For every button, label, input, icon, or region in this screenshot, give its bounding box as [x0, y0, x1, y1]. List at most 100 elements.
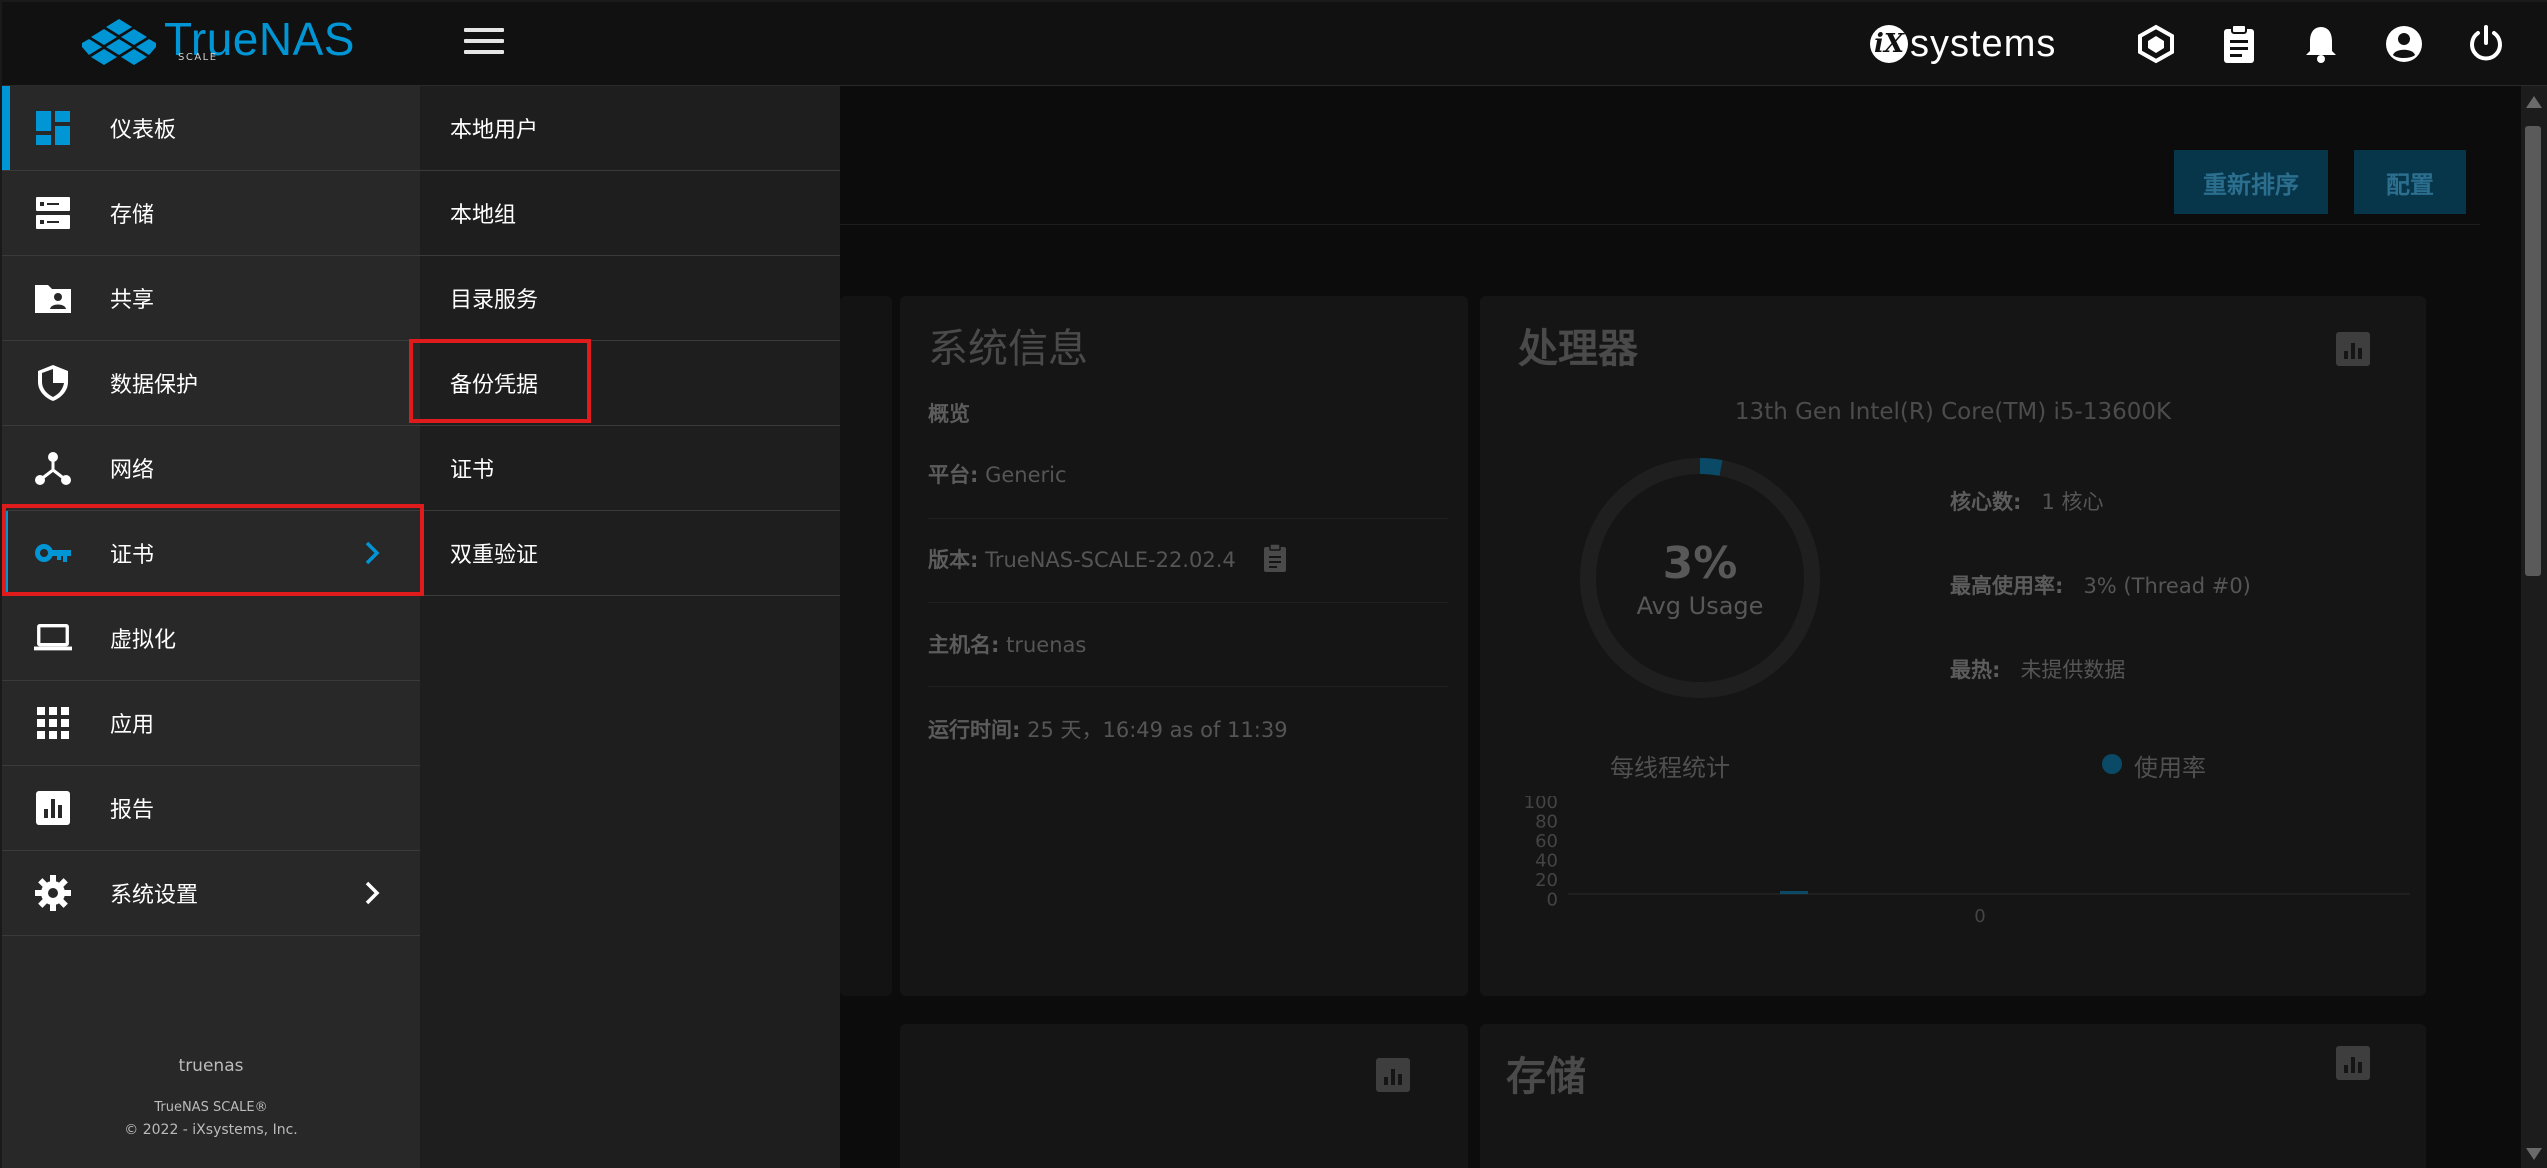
- storage-card: 存储: [1480, 1024, 2426, 1168]
- sidebar-item-label: 网络: [110, 458, 155, 483]
- hamburger-menu-icon[interactable]: [464, 28, 504, 60]
- ix-mark: iX: [1870, 25, 1908, 63]
- max-usage-value: 3% (Thread #0): [2083, 574, 2251, 598]
- bottom-card-left: [900, 1024, 1468, 1168]
- truenas-logo[interactable]: TrueNAS: [82, 12, 355, 74]
- sidebar-item-network[interactable]: 网络: [2, 426, 420, 511]
- cpu-title: 处理器: [1518, 326, 1638, 372]
- max-usage-label: 最高使用率:: [1950, 574, 2064, 598]
- power-icon[interactable]: [2464, 22, 2508, 66]
- sidebar-item-dashboard[interactable]: 仪表板: [2, 86, 420, 171]
- dashboard-icon: [34, 109, 72, 147]
- ytick-0: 0: [1547, 890, 1558, 911]
- highlight-credentials: [2, 504, 424, 596]
- version-row: 版本: TrueNAS-SCALE-22.02.4: [928, 544, 1236, 574]
- cores-label: 核心数:: [1950, 490, 2022, 514]
- clipboard-icon[interactable]: [2217, 22, 2261, 66]
- highlight-backup-credentials: [409, 339, 591, 423]
- sidebar-item-system-settings[interactable]: 系统设置: [2, 851, 420, 936]
- submenu-item-label: 双重验证: [450, 543, 539, 568]
- storage-title: 存储: [1506, 1054, 1586, 1100]
- network-icon: [34, 449, 72, 487]
- submenu-item-label: 目录服务: [450, 288, 539, 313]
- bell-icon[interactable]: [2299, 22, 2343, 66]
- cpu-usage-label: Avg Usage: [1636, 592, 1764, 620]
- max-usage-row: 最高使用率: 3% (Thread #0): [1950, 570, 2251, 600]
- top-bar: TrueNAS SCALE iX systems: [2, 2, 2547, 86]
- copy-version-icon[interactable]: [1262, 543, 1288, 573]
- sidebar-item-apps[interactable]: 应用: [2, 681, 420, 766]
- scroll-up-icon[interactable]: [2526, 96, 2542, 108]
- sidebar-item-data-protection[interactable]: 数据保护: [2, 341, 420, 426]
- credentials-submenu: 本地用户 本地组 目录服务 备份凭据 证书 双重验证: [420, 86, 840, 1168]
- sidebar-item-label: 应用: [110, 713, 155, 738]
- app-root: TrueNAS SCALE iX systems 重新排序 配置 系统信息 概览…: [0, 0, 2547, 1168]
- configure-button[interactable]: 配置: [2354, 150, 2466, 214]
- sidebar-item-label: 存储: [110, 203, 155, 228]
- sidebar-item-storage[interactable]: 存储: [2, 171, 420, 256]
- truenas-logo-icon: [82, 19, 156, 65]
- thread-0-bar: [1780, 891, 1808, 894]
- storage-icon: [34, 194, 72, 232]
- sysinfo-card: 系统信息 概览 平台: Generic 版本: TrueNAS-SCALE-22…: [900, 296, 1468, 996]
- sidebar: 仪表板 存储 共享 数据保护 网络 证书 虚拟化 应用 报告 系统设置 true…: [2, 86, 420, 1168]
- overview-heading: 概览: [928, 402, 970, 426]
- hostname-label: 主机名:: [928, 633, 1000, 657]
- submenu-item-certificates[interactable]: 证书: [420, 426, 840, 511]
- storage-report-icon[interactable]: [2336, 1046, 2370, 1080]
- sidebar-item-shares[interactable]: 共享: [2, 256, 420, 341]
- ixsystems-logo: iX systems: [1870, 16, 2056, 72]
- hostname-value: truenas: [1006, 633, 1087, 657]
- brand-edition: SCALE: [178, 52, 218, 63]
- sidebar-item-reports[interactable]: 报告: [2, 766, 420, 851]
- submenu-item-label: 本地组: [450, 203, 517, 228]
- cpu-usage-percent: 3%: [1662, 538, 1738, 589]
- hottest-label: 最热:: [1950, 658, 2001, 682]
- sysinfo-title: 系统信息: [928, 326, 1088, 372]
- hostname-row: 主机名: truenas: [928, 629, 1086, 659]
- sidebar-item-label: 仪表板: [110, 118, 177, 143]
- page-scrollbar[interactable]: [2521, 86, 2547, 1168]
- ytick-40: 40: [1535, 851, 1558, 872]
- sidebar-item-label: 数据保护: [110, 373, 199, 398]
- platform-row: 平台: Generic: [928, 459, 1067, 489]
- sidebar-item-virtualization[interactable]: 虚拟化: [2, 596, 420, 681]
- truecommand-icon[interactable]: [2134, 22, 2178, 66]
- sidebar-item-label: 系统设置: [110, 883, 199, 908]
- submenu-item-directory-services[interactable]: 目录服务: [420, 256, 840, 341]
- submenu-item-local-groups[interactable]: 本地组: [420, 171, 840, 256]
- scroll-thumb[interactable]: [2525, 126, 2541, 576]
- submenu-item-label: 本地用户: [450, 118, 539, 143]
- sidebar-item-label: 虚拟化: [110, 628, 177, 653]
- ytick-20: 20: [1535, 870, 1558, 891]
- submenu-item-local-users[interactable]: 本地用户: [420, 86, 840, 171]
- version-label: 版本:: [928, 548, 979, 572]
- hottest-value: 未提供数据: [2020, 658, 2126, 682]
- account-icon[interactable]: [2382, 22, 2426, 66]
- hottest-row: 最热: 未提供数据: [1950, 654, 2125, 684]
- scroll-down-icon[interactable]: [2526, 1148, 2542, 1160]
- ytick-60: 60: [1535, 831, 1558, 852]
- sidebar-product: TrueNAS SCALE®: [154, 1100, 268, 1115]
- share-folder-icon: [34, 279, 72, 317]
- submenu-item-label: 证书: [450, 458, 495, 483]
- xtick-0: 0: [1974, 906, 1985, 927]
- thread-usage-chart: 100806040200 0: [1524, 796, 2410, 927]
- cores-value: 1 核心: [2041, 490, 2104, 514]
- platform-value: Generic: [985, 463, 1067, 487]
- submenu-item-two-factor-auth[interactable]: 双重验证: [420, 511, 840, 596]
- sidebar-item-label: 报告: [110, 798, 155, 823]
- cpu-model: 13th Gen Intel(R) Core(TM) i5-13600K: [1734, 399, 2172, 425]
- dashboard-main: 重新排序 配置 系统信息 概览 平台: Generic 版本: TrueNAS-…: [840, 86, 2522, 1168]
- shield-icon: [34, 364, 72, 402]
- cpu-report-icon[interactable]: [2336, 332, 2370, 366]
- thread-stats-title: 每线程统计: [1610, 754, 1730, 782]
- bottom-report-icon[interactable]: [1376, 1058, 1410, 1092]
- legend-usage-label: 使用率: [2134, 754, 2206, 782]
- cores-row: 核心数: 1 核心: [1950, 486, 2103, 516]
- sidebar-hostname: truenas: [178, 1056, 244, 1076]
- reorder-button[interactable]: 重新排序: [2174, 150, 2328, 214]
- ytick-100: 100: [1524, 796, 1558, 813]
- chevron-right-icon: [365, 881, 380, 905]
- laptop-icon: [34, 619, 72, 657]
